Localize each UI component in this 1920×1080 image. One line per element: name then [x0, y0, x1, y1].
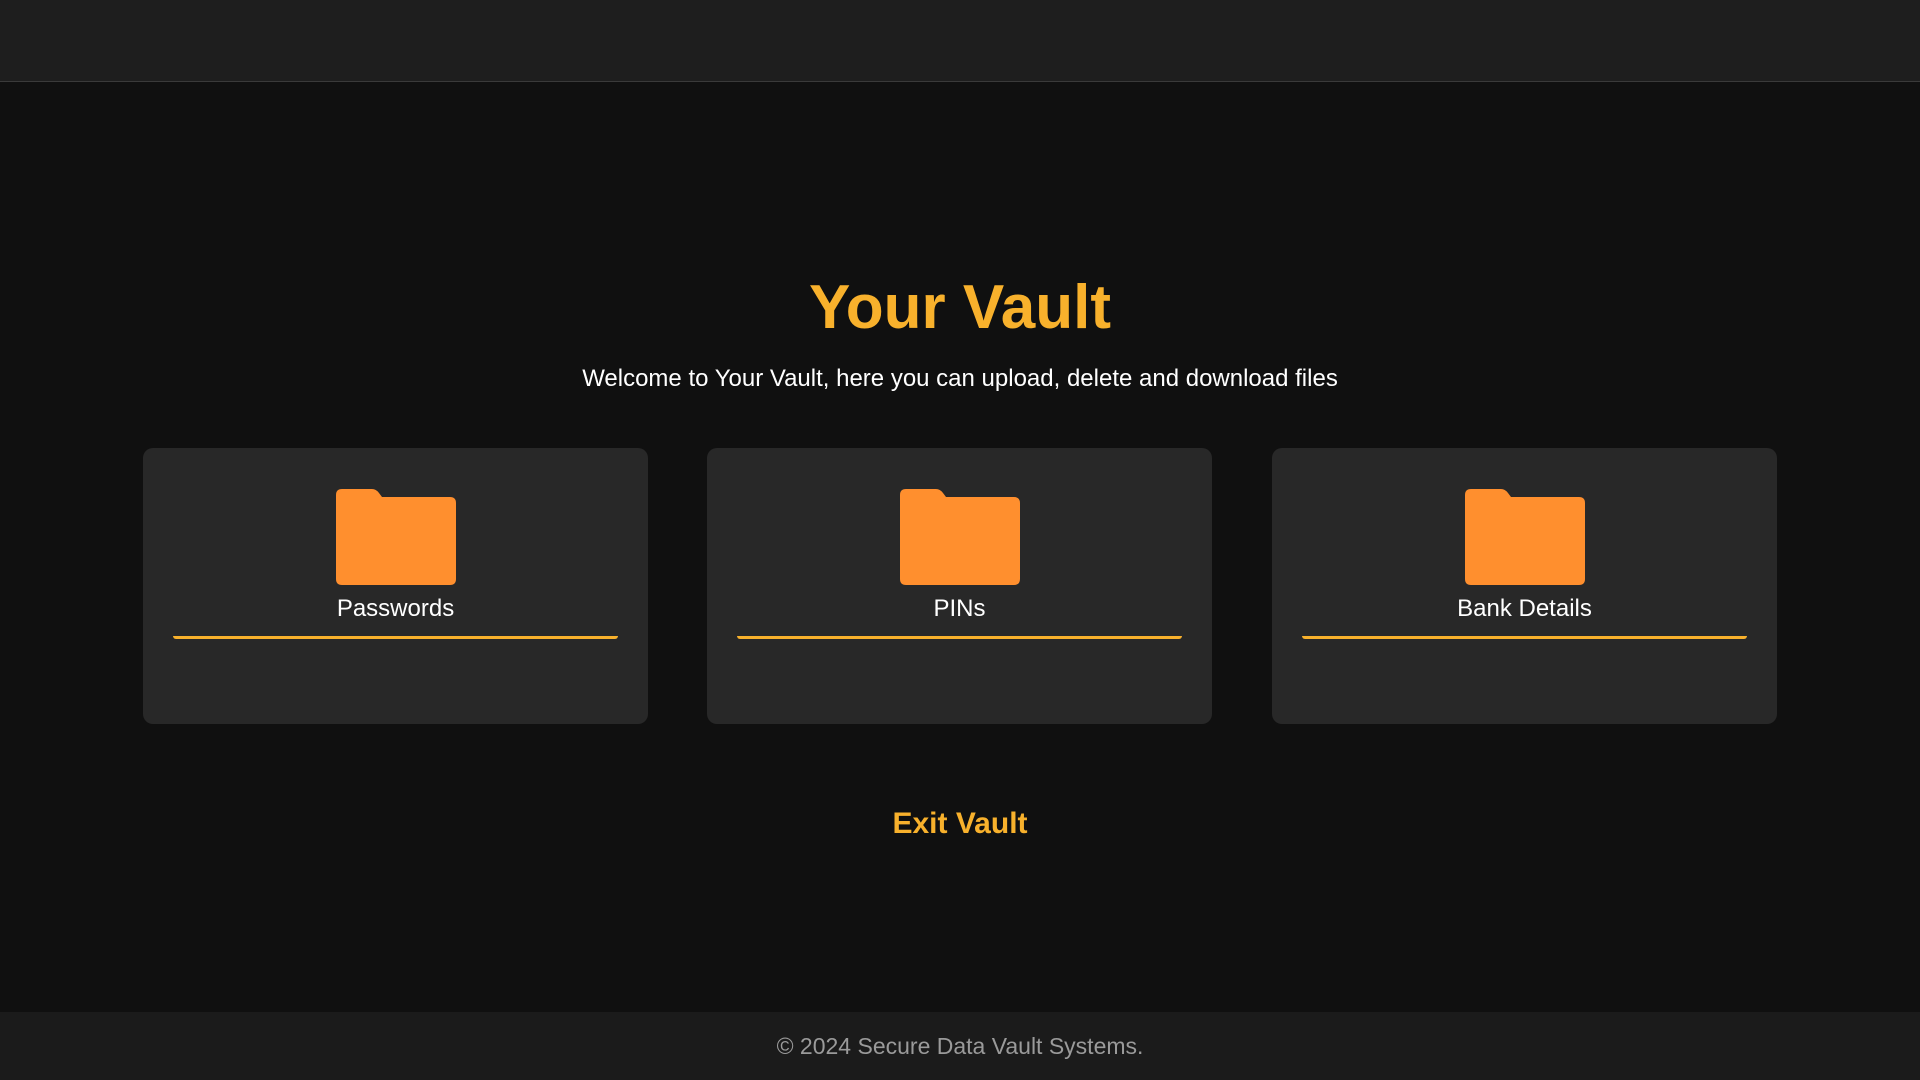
folder-label: Bank Details: [1457, 595, 1592, 622]
folder-underline: [173, 636, 618, 639]
exit-vault-link[interactable]: Exit Vault: [892, 807, 1027, 840]
folder-label: PINs: [933, 595, 986, 622]
folder-underline: [1302, 636, 1747, 639]
folder-card-pins[interactable]: PINs: [707, 448, 1212, 724]
folder-icon: [1465, 489, 1585, 585]
folder-card-passwords[interactable]: Passwords: [143, 448, 648, 724]
folder-icon: [336, 489, 456, 585]
page-subtitle: Welcome to Your Vault, here you can uplo…: [582, 365, 1338, 392]
footer-copyright: © 2024 Secure Data Vault Systems.: [776, 1033, 1144, 1059]
folder-label: Passwords: [336, 595, 455, 622]
folder-cards: Passwords PINs Bank Details: [143, 448, 1777, 724]
main-content: Your Vault Welcome to Your Vault, here y…: [0, 82, 1920, 1012]
top-bar: [0, 0, 1920, 82]
exit-container: Exit Vault: [0, 806, 1920, 842]
folder-underline: [737, 636, 1182, 639]
page-title: Your Vault: [808, 273, 1111, 342]
folder-icon: [900, 489, 1020, 585]
folder-card-bank-details[interactable]: Bank Details: [1272, 448, 1777, 724]
footer: © 2024 Secure Data Vault Systems.: [0, 1012, 1920, 1080]
